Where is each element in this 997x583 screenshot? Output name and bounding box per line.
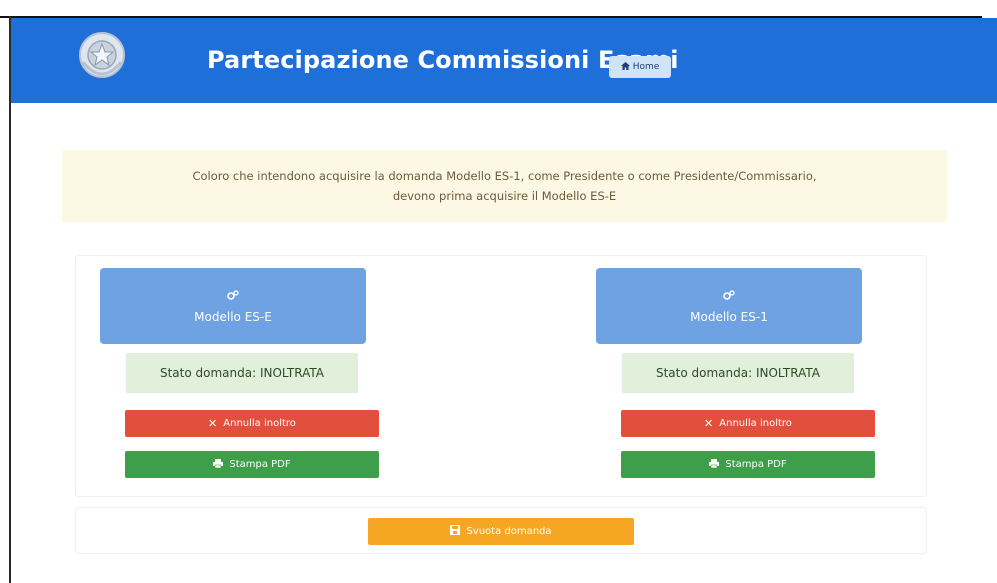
cancel-label: Annulla inoltro xyxy=(719,418,792,429)
eraser-icon xyxy=(450,525,461,538)
print-label: Stampa PDF xyxy=(725,459,787,470)
print-pdf-es-1-button[interactable]: Stampa PDF xyxy=(621,451,875,478)
notice-line-2: devono prima acquisire il Modello ES-E xyxy=(392,189,617,203)
cogs-icon xyxy=(723,289,735,304)
cancel-submission-es-1-button[interactable]: ✕ Annulla inoltro xyxy=(621,410,875,437)
page-title: Partecipazione Commissioni Esami xyxy=(207,46,679,74)
home-label: Home xyxy=(632,62,660,72)
home-icon xyxy=(620,61,630,73)
close-icon: ✕ xyxy=(704,417,714,430)
model-column-es-1: Modello ES-1 Stato domanda: INOLTRATA ✕ … xyxy=(596,268,876,478)
print-pdf-es-e-button[interactable]: Stampa PDF xyxy=(125,451,379,478)
close-icon: ✕ xyxy=(208,417,218,430)
reset-application-button[interactable]: Svuota domanda xyxy=(368,518,634,545)
model-es-1-label: Modello ES-1 xyxy=(690,309,768,324)
status-es-1: Stato domanda: INOLTRATA xyxy=(622,353,854,393)
notice-alert: Coloro che intendono acquisire la domand… xyxy=(62,150,947,222)
model-es-1-button[interactable]: Modello ES-1 xyxy=(596,268,862,344)
print-icon xyxy=(709,458,720,471)
model-es-e-label: Modello ES-E xyxy=(194,309,272,324)
print-label: Stampa PDF xyxy=(229,459,291,470)
home-button[interactable]: Home xyxy=(609,56,671,78)
print-icon xyxy=(213,458,224,471)
model-column-es-e: Modello ES-E Stato domanda: INOLTRATA ✕ … xyxy=(100,268,380,478)
model-es-e-button[interactable]: Modello ES-E xyxy=(100,268,366,344)
cancel-label: Annulla inoltro xyxy=(223,418,296,429)
cancel-submission-es-e-button[interactable]: ✕ Annulla inoltro xyxy=(125,410,379,437)
emblem-icon xyxy=(77,28,127,86)
reset-label: Svuota domanda xyxy=(466,526,552,537)
cogs-icon xyxy=(227,289,239,304)
notice-line-1: Coloro che intendono acquisire la domand… xyxy=(192,169,817,183)
status-es-e: Stato domanda: INOLTRATA xyxy=(126,353,358,393)
app-header: Partecipazione Commissioni Esami Home xyxy=(11,18,997,103)
